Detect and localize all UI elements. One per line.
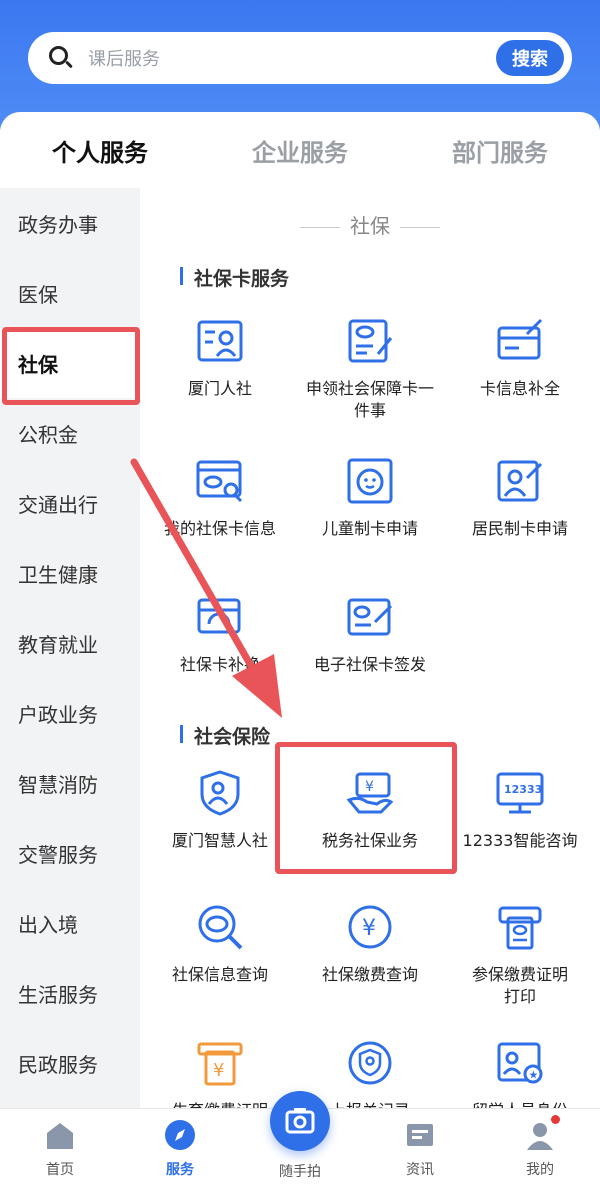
home-icon [44,1119,76,1151]
camera-icon [285,1108,315,1134]
compass-icon [164,1119,196,1151]
user-icon [524,1115,560,1151]
bottom-nav: 首页 服务 随手拍 资讯 我的 [0,1091,600,1200]
nav-snapshot[interactable]: 随手拍 [250,1161,350,1181]
annotation-arrow [130,458,282,718]
news-icon [404,1119,436,1151]
camera-button[interactable] [270,1091,330,1151]
nav-service[interactable]: 服务 [130,1119,230,1179]
notification-dot [551,1115,560,1124]
nav-mine[interactable]: 我的 [490,1115,590,1179]
nav-news[interactable]: 资讯 [370,1119,470,1179]
nav-home[interactable]: 首页 [10,1119,110,1179]
